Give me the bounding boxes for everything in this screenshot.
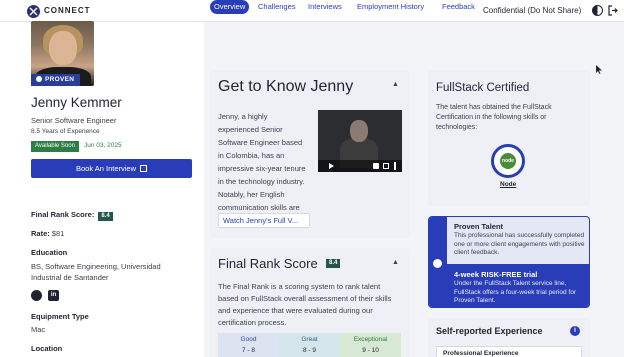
proven-title: Proven Talent (454, 222, 504, 231)
final-rank-title: Final Rank Score (218, 256, 318, 271)
certified-title: FullStack Certified (436, 82, 530, 94)
chevron-up-icon[interactable]: ▲ (392, 259, 399, 266)
user-icon (433, 259, 442, 268)
tab-challenges[interactable]: Challenges (258, 0, 296, 14)
calendar-icon (140, 165, 148, 172)
professional-experience-box: Professional Experience (436, 346, 582, 357)
node-skill-label[interactable]: Node (500, 181, 516, 188)
equipment-value: Mac (31, 325, 46, 334)
get-to-know-title: Get to Know Jenny (218, 78, 354, 95)
intro-text: Jenny, a highly experienced Senior Softw… (218, 112, 306, 225)
trial-text: Under the FullStack Talent service line,… (454, 280, 576, 304)
play-icon[interactable] (329, 163, 334, 169)
video-controls (318, 160, 402, 172)
tab-feedback[interactable]: Feedback (442, 0, 475, 14)
tab-overview[interactable]: Overview (210, 0, 250, 14)
scale-good: Good 7 - 8 (218, 333, 279, 357)
info-icon[interactable]: i (570, 326, 580, 336)
education-label: Education (31, 248, 68, 257)
proven-badge: PROVEN (31, 74, 81, 86)
user-icon (36, 76, 42, 82)
chevron-up-icon[interactable]: ▲ (392, 81, 399, 88)
experience-title: Self-reported Experience (436, 326, 543, 336)
linkedin-icon[interactable]: in (48, 290, 59, 301)
fullscreen-icon[interactable] (383, 163, 389, 169)
mouse-cursor-icon (596, 65, 602, 74)
volume-icon[interactable] (373, 163, 379, 169)
scale-exceptional: Exceptional 9 - 10 (340, 333, 401, 357)
availability-badge: Available Soon (31, 141, 79, 152)
book-interview-label: Book An Interview (75, 164, 137, 173)
rate-row: Rate: $81 (31, 229, 65, 238)
tab-employment-history[interactable]: Employment History (357, 0, 424, 14)
final-rank-badge: 8.4 (98, 212, 113, 221)
candidate-name: Jenny Kemmer (31, 95, 122, 110)
scale-great: Great 8 - 9 (279, 333, 340, 357)
rate-value: $81 (51, 229, 65, 238)
more-options-icon[interactable] (394, 162, 396, 170)
education-value: BS, Software Engineering, Universidad In… (31, 262, 161, 282)
tab-interviews[interactable]: Interviews (308, 0, 342, 14)
available-date: Jun 03, 2025 (84, 142, 122, 149)
equipment-label: Equipment Type (31, 312, 89, 321)
candidate-title: Senior Software Engineer (31, 116, 117, 125)
logout-icon[interactable] (608, 5, 618, 16)
proven-talent-card: Proven Talent This professional has succ… (428, 216, 590, 308)
proven-text: This professional has successfully compl… (454, 232, 585, 256)
nodejs-icon: node (500, 153, 516, 169)
final-rank-text: The Final Rank is a scoring system to ra… (218, 282, 392, 327)
connect-logo-icon[interactable] (27, 5, 40, 18)
final-rank-card-badge: 8.4 (326, 259, 341, 268)
node-skill-badge[interactable]: node (491, 144, 525, 178)
logo-text: CONNECT (44, 6, 91, 15)
book-interview-button[interactable]: Book An Interview (31, 159, 192, 178)
years-experience: 8.5 Years of Experience (31, 128, 100, 135)
final-rank-row: Final Rank Score: 8.4 (31, 210, 113, 221)
confidential-label: Confidential (Do Not Share) (483, 6, 582, 15)
trial-title: 4-week RISK-FREE trial (454, 270, 538, 279)
certified-text: The talent has obtained the FullStack Ce… (436, 104, 552, 131)
location-label: Location (31, 344, 63, 353)
intro-video[interactable] (318, 110, 402, 172)
theme-toggle-icon[interactable] (592, 5, 603, 16)
github-icon[interactable] (31, 290, 42, 301)
watch-full-video-button[interactable]: Watch Jenny's Full V... (218, 213, 310, 228)
